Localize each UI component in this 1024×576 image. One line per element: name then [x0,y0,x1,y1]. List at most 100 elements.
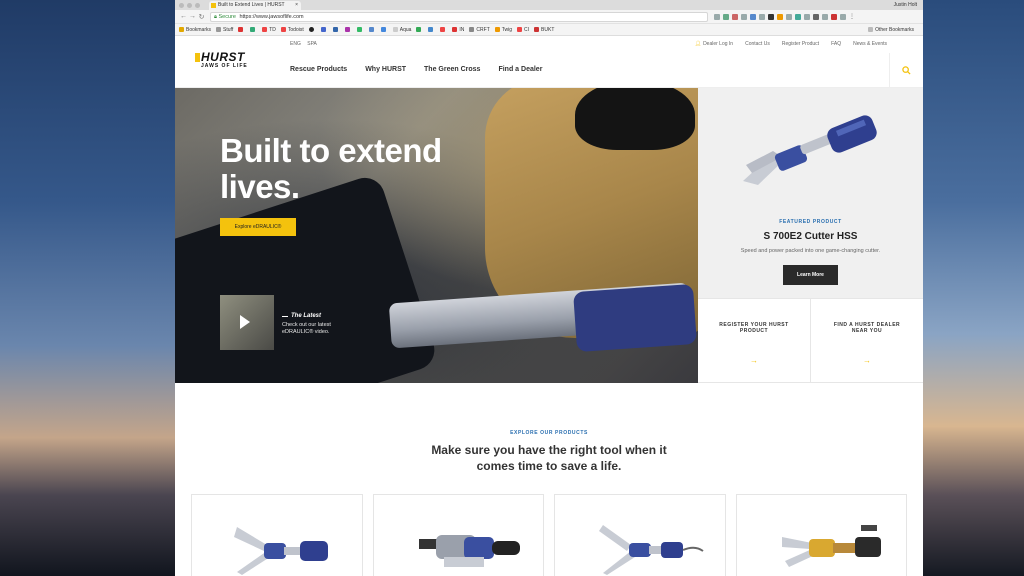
maximize-window-button[interactable] [195,2,200,8]
bookmark-icon[interactable] [332,27,340,32]
combi-tool-image [418,535,520,567]
lang-spa[interactable]: SPA [307,41,317,47]
logo-wordmark: HURST [195,51,253,63]
explore-edraulic-button[interactable]: Explore eDRAULIC® [220,218,296,236]
explore-title: Make sure you have the right tool when i… [431,443,667,473]
latest-description: Check out our latest eDRAULIC® video. [282,322,331,335]
find-dealer-box[interactable]: FIND A HURST DEALER NEAR YOU → [810,299,923,382]
bookmark-item[interactable]: Stuff [216,27,233,33]
bookmark-icon[interactable] [368,27,376,32]
secure-label: Secure [218,13,236,20]
bookmark-item[interactable]: Bookmarks [179,27,211,33]
search-button[interactable] [889,53,923,88]
bookmark-item[interactable]: Todoist [280,27,304,33]
latest-title: The Latest [282,313,352,319]
bookmark-icon[interactable] [356,27,364,32]
extension-icon[interactable] [786,13,792,20]
extension-icon[interactable] [804,13,810,20]
featured-description: Speed and power packed into one game-cha… [740,248,881,254]
extension-icon[interactable] [741,13,747,20]
lang-eng[interactable]: ENG [290,41,301,47]
product-card[interactable] [372,494,544,576]
bookmark-item[interactable]: IN [452,27,464,33]
hurst-logo[interactable]: HURST JAWS OF LIFE [195,51,253,70]
bookmark-icon[interactable] [416,27,423,32]
utility-nav: 👤︎ Dealer Log In Contact Us Register Prod… [695,41,887,47]
bookmark-item[interactable]: TD [262,27,276,33]
extension-icon[interactable] [759,13,765,20]
extension-icon[interactable] [840,13,846,20]
site-header: HURST JAWS OF LIFE ENG SPA 👤︎ Dealer Log … [175,36,923,88]
register-product-box[interactable]: REGISTER YOUR HURST PRODUCT → [698,299,810,382]
faq-link[interactable]: FAQ [831,41,841,47]
bookmark-icon[interactable] [344,27,352,32]
bookmark-icon[interactable] [440,27,447,32]
desktop-wallpaper-left [0,0,175,576]
extension-icon[interactable] [723,13,729,20]
spreader-tool-image [234,527,328,575]
ram-tool-image [781,525,881,567]
register-product-link[interactable]: Register Product [782,41,819,47]
tab-bar: Built to Extend Lives | HURST × Justin H… [175,0,923,10]
bookmark-item[interactable]: CI [517,27,529,33]
close-tab-icon[interactable]: × [295,1,298,10]
bookmark-icon[interactable] [428,27,435,32]
news-events-link[interactable]: News & Events [853,41,887,47]
latest-video[interactable]: The Latest Check out our latest eDRAULIC… [220,295,352,350]
language-switcher: ENG SPA [290,41,322,47]
browser-tab[interactable]: Built to Extend Lives | HURST × [209,1,301,10]
latest-text: The Latest Check out our latest eDRAULIC… [282,295,352,336]
nav-find-dealer[interactable]: Find a Dealer [498,66,542,73]
bookmark-icon[interactable] [238,27,245,32]
bookmark-icon[interactable] [380,27,388,32]
close-window-button[interactable] [179,2,184,8]
extension-icon[interactable] [831,13,837,20]
lock-icon: 🔒︎ [214,13,217,20]
product-card[interactable] [191,494,363,576]
contact-link[interactable]: Contact Us [745,41,770,47]
bookmark-icon[interactable] [320,27,328,32]
profile-name[interactable]: Justin Holt [894,0,917,10]
back-icon[interactable]: ← [179,13,188,20]
extension-icon[interactable] [768,13,774,20]
github-icon[interactable] [308,27,316,32]
extension-icon[interactable] [777,13,783,20]
user-icon: 👤︎ [694,41,702,47]
quick-links: REGISTER YOUR HURST PRODUCT → FIND A HUR… [698,298,923,383]
extension-icon[interactable] [795,13,801,20]
hero-helmet-shape [575,88,695,150]
hero-headline: Built to extend lives. [220,132,442,205]
hero-tool-body-shape [573,283,697,353]
extension-icon[interactable] [813,13,819,20]
menu-icon[interactable]: ⋮ [849,14,855,20]
bookmark-icon[interactable] [250,27,257,32]
arrow-right-icon: → [750,356,758,365]
bookmark-item[interactable]: Aqua [392,27,411,33]
bookmark-item[interactable]: CRFT [469,27,490,33]
dealer-login-link[interactable]: 👤︎ Dealer Log In [695,41,733,47]
register-product-label: REGISTER YOUR HURST PRODUCT [719,322,789,334]
bookmark-item[interactable]: BUKT [534,27,554,33]
cutter-tool-image [743,115,877,185]
extension-icon[interactable] [732,13,738,20]
minimize-window-button[interactable] [187,2,192,8]
other-bookmarks[interactable]: Other Bookmarks [868,27,914,33]
product-card[interactable] [735,494,907,576]
product-card[interactable] [554,494,726,576]
address-input[interactable]: 🔒︎ Secure https://www.jawsoflife.com [210,11,708,22]
extension-icon[interactable] [714,13,720,20]
extension-icon[interactable] [822,13,828,20]
main-nav: Rescue Products Why HURST The Green Cros… [290,66,542,73]
arrow-right-icon: → [863,356,871,365]
extension-icon[interactable] [750,13,756,20]
learn-more-button[interactable]: Learn More [783,265,838,285]
reload-icon[interactable]: ↻ [197,13,206,21]
nav-rescue-products[interactable]: Rescue Products [290,66,347,73]
find-dealer-label: FIND A HURST DEALER NEAR YOU [833,322,901,334]
bookmark-item[interactable]: Twig [494,27,512,33]
hero-banner: Built to extend lives. Explore eDRAULIC®… [175,88,698,383]
video-thumbnail[interactable] [220,295,274,350]
nav-green-cross[interactable]: The Green Cross [424,66,480,73]
nav-why-hurst[interactable]: Why HURST [365,66,406,73]
forward-icon[interactable]: → [188,13,197,20]
